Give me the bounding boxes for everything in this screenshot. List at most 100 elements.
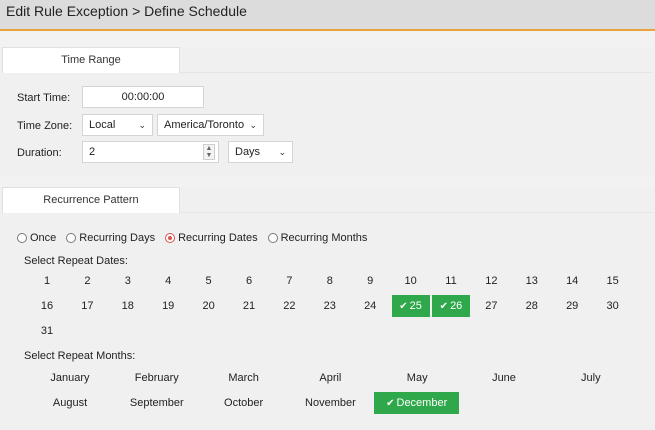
start-time-input[interactable]: 00:00:00	[82, 86, 204, 108]
date-13[interactable]: 13	[513, 270, 551, 292]
date-7[interactable]: 7	[270, 270, 308, 292]
date-28[interactable]: 28	[513, 295, 551, 317]
radio-dot[interactable]	[267, 233, 278, 243]
month-label: October	[224, 397, 264, 409]
date-1[interactable]: 1	[28, 270, 66, 292]
date-label: 15	[606, 275, 619, 287]
date-label: 18	[121, 300, 134, 312]
date-label: 13	[525, 275, 538, 287]
recurrence-radio-group: Once Recurring Days Recurring Dates Recu…	[17, 232, 367, 244]
date-31[interactable]: 31	[28, 320, 66, 342]
date-label: 19	[162, 300, 175, 312]
month-december[interactable]: ✔ December	[374, 392, 460, 414]
tab-recurrence-pattern[interactable]: Recurrence Pattern	[2, 187, 180, 213]
check-icon: ✔	[439, 301, 449, 312]
duration-value: 2	[89, 146, 96, 158]
month-label: August	[52, 397, 88, 409]
date-17[interactable]: 17	[68, 295, 106, 317]
date-11[interactable]: 11	[432, 270, 470, 292]
date-label: 21	[242, 300, 256, 312]
date-3[interactable]: 3	[109, 270, 147, 292]
radio-once[interactable]: Once	[17, 232, 56, 244]
radio-recurring-dates[interactable]: Recurring Dates	[165, 232, 258, 244]
tab-time-range[interactable]: Time Range	[2, 47, 180, 73]
title-bar: Edit Rule Exception > Define Schedule	[0, 0, 655, 31]
time-zone-label: Time Zone:	[17, 120, 73, 132]
month-november[interactable]: November	[287, 392, 373, 414]
month-march[interactable]: March	[201, 367, 287, 389]
spinner-icon[interactable]: ▲ ▼	[203, 144, 215, 160]
date-label: 26	[450, 300, 463, 312]
date-30[interactable]: 30	[594, 295, 632, 317]
month-label: March	[228, 372, 259, 384]
date-20[interactable]: 20	[190, 295, 228, 317]
date-19[interactable]: 19	[149, 295, 187, 317]
time-zone-name-value: America/Toronto	[164, 119, 245, 131]
date-label: 3	[124, 275, 131, 287]
month-label: May	[406, 372, 428, 384]
date-label: 25	[409, 300, 422, 312]
radio-dot-selected[interactable]	[165, 233, 176, 243]
date-22[interactable]: 22	[270, 295, 308, 317]
date-18[interactable]: 18	[109, 295, 147, 317]
date-label: 6	[245, 275, 253, 287]
start-time-label: Start Time:	[17, 92, 71, 104]
date-label: 5	[205, 275, 212, 287]
check-icon: ✔	[399, 301, 408, 312]
date-5[interactable]: 5	[190, 270, 228, 292]
repeat-dates-label: Select Repeat Dates:	[24, 255, 128, 267]
date-label: 4	[165, 275, 172, 287]
date-label: 28	[525, 300, 538, 312]
date-24[interactable]: 24	[351, 295, 389, 317]
chevron-down-icon: ⌄	[138, 120, 146, 130]
page-title: Edit Rule Exception > Define Schedule	[6, 3, 247, 19]
date-8[interactable]: 8	[311, 270, 349, 292]
date-label: 16	[40, 300, 54, 312]
date-label: 10	[404, 275, 417, 287]
radio-dot[interactable]	[66, 233, 77, 243]
time-zone-name-select[interactable]: America/Toronto ⌄	[157, 114, 264, 136]
date-label: 9	[367, 275, 374, 287]
date-27[interactable]: 27	[472, 295, 510, 317]
date-label: 24	[364, 300, 377, 312]
month-february[interactable]: February	[114, 367, 200, 389]
date-2[interactable]: 2	[68, 270, 106, 292]
date-label: 22	[283, 300, 296, 312]
date-4[interactable]: 4	[149, 270, 187, 292]
month-may[interactable]: May	[374, 367, 460, 389]
date-25[interactable]: ✔ 25	[391, 295, 430, 317]
date-15[interactable]: 15	[594, 270, 632, 292]
month-label: November	[305, 397, 356, 409]
date-label: 30	[606, 300, 619, 312]
duration-input[interactable]: 2 ▲ ▼	[82, 141, 219, 163]
date-label: 27	[485, 300, 498, 312]
chevron-down-icon: ⌄	[278, 147, 286, 157]
month-august[interactable]: August	[27, 392, 113, 414]
date-29[interactable]: 29	[553, 295, 591, 317]
radio-recurring-days[interactable]: Recurring Days	[66, 232, 155, 244]
date-label: 7	[286, 275, 293, 287]
time-zone-mode-value: Local	[89, 119, 116, 131]
date-26[interactable]: ✔ 26	[432, 295, 470, 317]
date-12[interactable]: 12	[472, 270, 510, 292]
month-july[interactable]: July	[548, 367, 634, 389]
date-10[interactable]: 10	[392, 270, 430, 292]
radio-dot[interactable]	[17, 233, 27, 243]
date-16[interactable]: 16	[28, 295, 66, 317]
month-september[interactable]: September	[114, 392, 200, 414]
month-january[interactable]: January	[27, 367, 113, 389]
month-october[interactable]: October	[201, 392, 287, 414]
month-label: February	[134, 372, 179, 384]
time-zone-mode-select[interactable]: Local ⌄	[82, 114, 153, 136]
date-21[interactable]: 21	[230, 295, 268, 317]
radio-recurring-months[interactable]: Recurring Months	[267, 232, 367, 244]
date-label: 20	[202, 300, 215, 312]
date-6[interactable]: 6	[230, 270, 268, 292]
month-june[interactable]: June	[461, 367, 547, 389]
date-label: 11	[445, 275, 457, 287]
date-23[interactable]: 23	[311, 295, 349, 317]
duration-unit-select[interactable]: Days ⌄	[228, 141, 293, 163]
date-9[interactable]: 9	[351, 270, 389, 292]
month-april[interactable]: April	[287, 367, 373, 389]
date-14[interactable]: 14	[553, 270, 591, 292]
